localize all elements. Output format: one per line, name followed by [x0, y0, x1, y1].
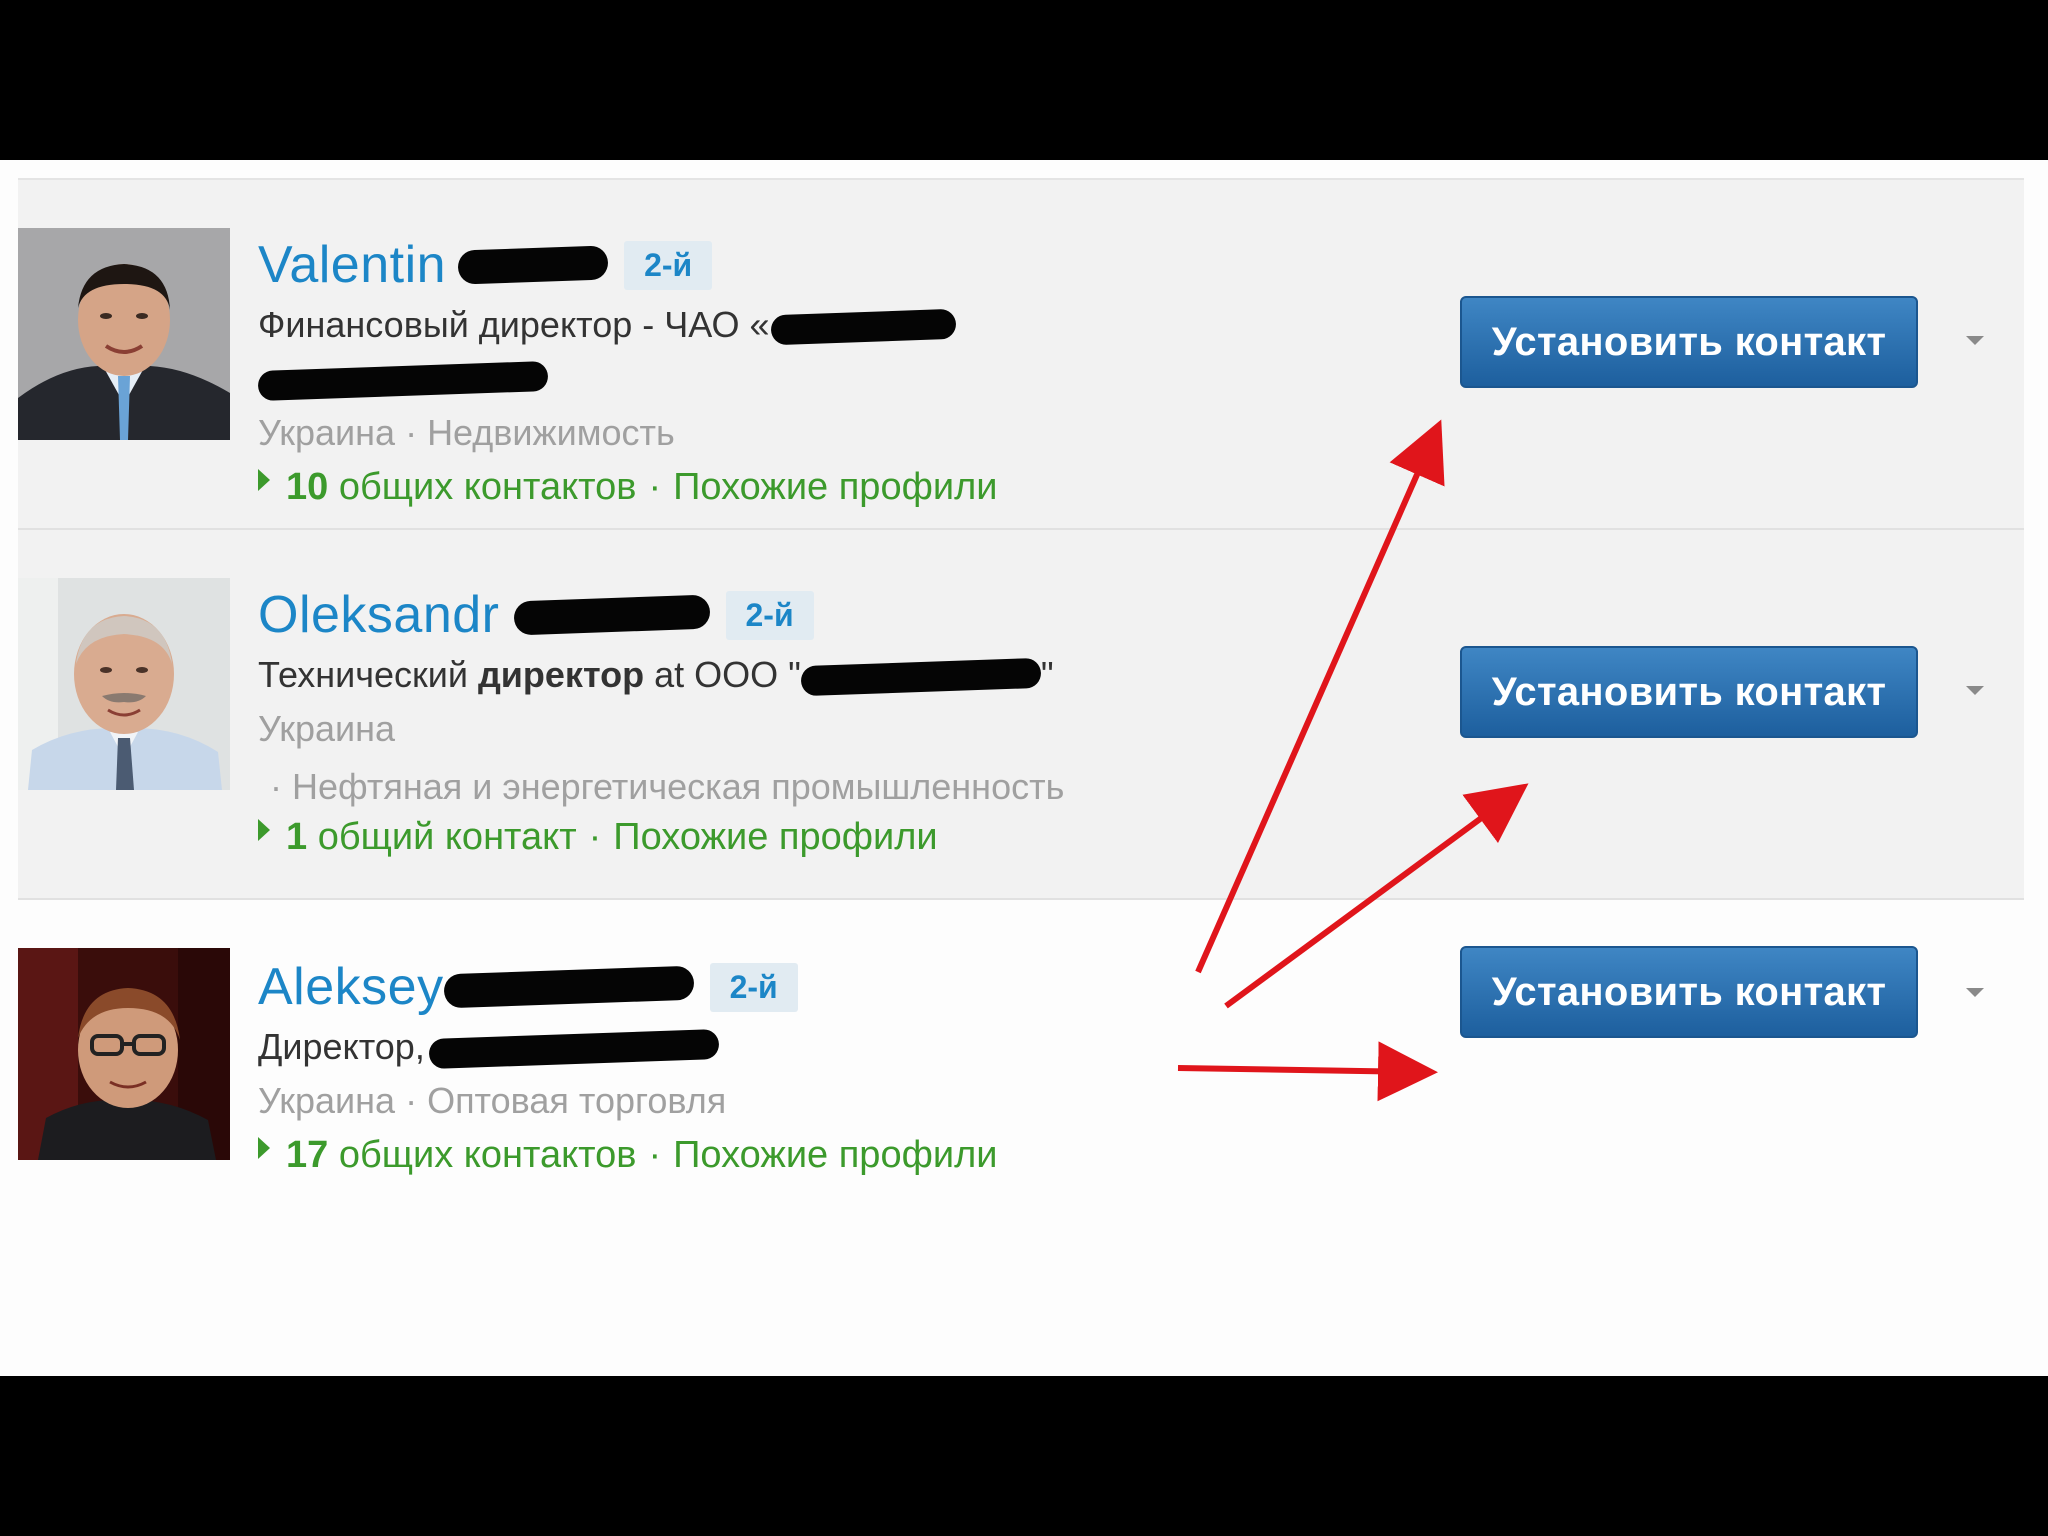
redaction-mark [257, 361, 549, 402]
avatar[interactable] [18, 578, 230, 790]
expand-triangle-icon[interactable] [258, 1137, 270, 1159]
shared-contacts-line: 1 общий контакт · Похожие профили [258, 810, 1064, 864]
profile-headline: Технический директор at ООО " " [258, 654, 1054, 697]
industry-text: Оптовая торговля [427, 1080, 727, 1121]
profile-info: Aleksey 2-й Директор, Украина · Оптовая то… [258, 954, 997, 1182]
redaction-mark [771, 309, 957, 346]
shared-contacts-line: 17 общих контактов · Похожие профили [258, 1128, 997, 1182]
connection-degree-badge: 2-й [624, 240, 713, 290]
chevron-down-icon[interactable] [1966, 988, 1984, 997]
profile-name-link[interactable]: Aleksey [258, 957, 444, 1017]
profile-name-link[interactable]: Oleksandr [258, 585, 500, 645]
similar-profiles-link[interactable]: Похожие профили [673, 1134, 997, 1176]
profile-meta: · Нефтяная и энергетическая промышленност… [270, 766, 1065, 807]
profile-name-link[interactable]: Valentin [258, 235, 446, 295]
shared-contacts-line: 10 общих контактов · Похожие профили [258, 460, 997, 514]
profile-headline: Финансовый директор - ЧАО « [258, 298, 997, 352]
redaction-mark [428, 1029, 720, 1070]
profile-meta: Украина · Оптовая торговля [258, 1080, 727, 1121]
profile-meta: Украина · Недвижимость [258, 412, 675, 453]
profile-info: Valentin 2-й Финансовый директор - ЧАО «… [257, 232, 997, 514]
connect-button[interactable]: Установить контакт [1460, 296, 1918, 388]
location-text: Украина [258, 1080, 396, 1121]
connection-degree-badge: 2-й [709, 962, 798, 1012]
industry-text: Нефтяная и энергетическая промышленность [292, 766, 1065, 807]
redaction-mark [512, 594, 711, 636]
avatar[interactable] [18, 948, 230, 1160]
shared-contacts-count[interactable]: 17 [286, 1134, 328, 1176]
shared-contacts-link[interactable]: общих контактов [339, 1134, 637, 1176]
similar-profiles-link[interactable]: Похожие профили [613, 816, 937, 858]
redaction-mark [457, 245, 609, 285]
result-card: Oleksandr 2-й Технический директор at ОО… [18, 530, 2024, 900]
chevron-down-icon[interactable] [1966, 686, 1984, 695]
shared-contacts-link[interactable]: общий контакт [318, 816, 577, 858]
location-text: Украина [258, 412, 396, 453]
search-results-panel: Valentin 2-й Финансовый директор - ЧАО «… [0, 160, 2048, 1376]
connection-degree-badge: 2-й [725, 590, 814, 640]
expand-triangle-icon[interactable] [258, 819, 270, 841]
avatar[interactable] [18, 228, 230, 440]
profile-headline-continued [257, 352, 997, 406]
similar-profiles-link[interactable]: Похожие профили [673, 466, 997, 508]
profile-info: Oleksandr 2-й Технический директор at ОО… [258, 582, 1064, 864]
shared-contacts-link[interactable]: общих контактов [339, 466, 637, 508]
shared-contacts-count[interactable]: 10 [286, 466, 328, 508]
redaction-mark [800, 658, 1042, 697]
industry-text: Недвижимость [427, 412, 675, 453]
result-card: Aleksey 2-й Директор, Украина · Оптовая то… [18, 900, 2024, 1200]
connect-button[interactable]: Установить контакт [1460, 946, 1918, 1038]
shared-contacts-count[interactable]: 1 [286, 816, 307, 858]
location-text: Украина [258, 708, 396, 749]
redaction-mark [443, 965, 695, 1009]
result-card: Valentin 2-й Финансовый директор - ЧАО «… [18, 180, 2024, 530]
connect-button[interactable]: Установить контакт [1460, 646, 1918, 738]
profile-headline: Директор, [258, 1020, 997, 1074]
chevron-down-icon[interactable] [1966, 336, 1984, 345]
expand-triangle-icon[interactable] [258, 469, 270, 491]
